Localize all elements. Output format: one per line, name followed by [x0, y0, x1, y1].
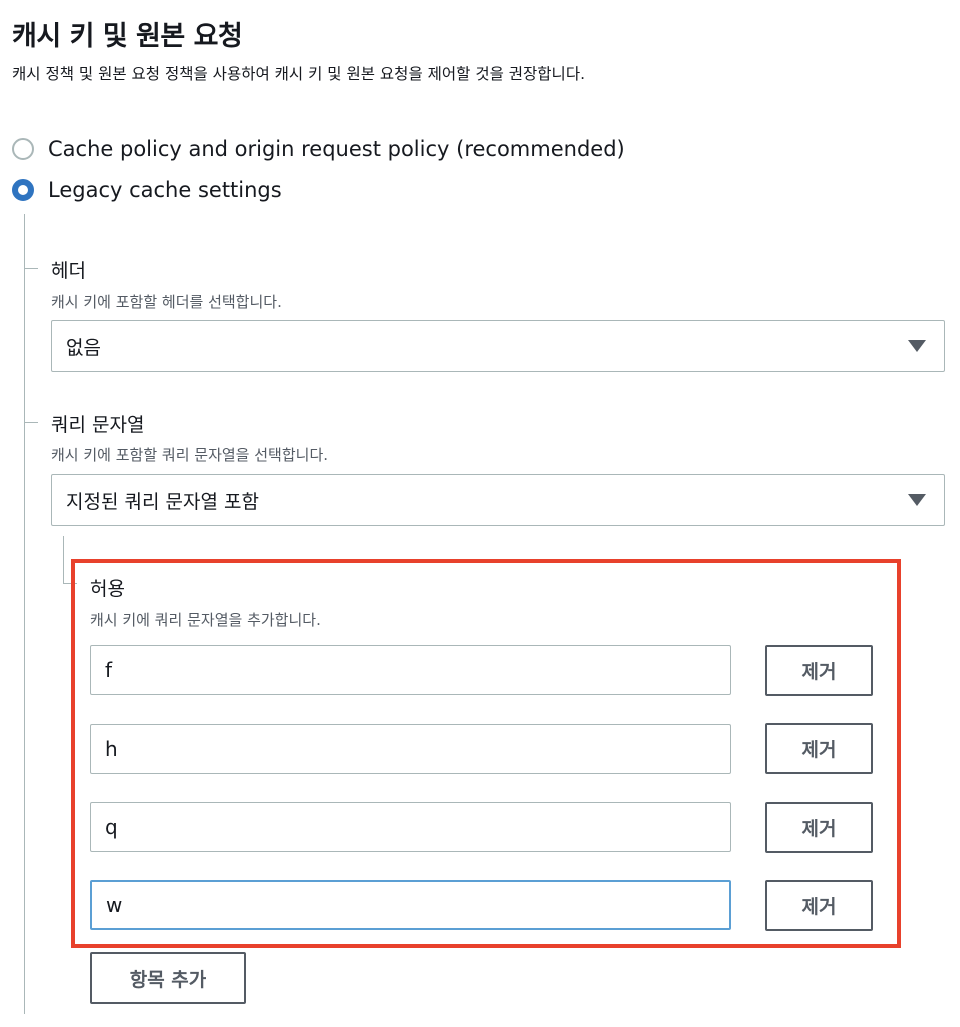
allow-label: 허용: [90, 578, 125, 600]
tree-branch: [24, 422, 38, 423]
query-string-input-4[interactable]: w: [90, 880, 731, 930]
caret-down-icon: [908, 340, 926, 352]
radio-button-unchecked[interactable]: [12, 138, 34, 160]
query-string-value: f: [105, 658, 113, 682]
headers-select[interactable]: 없음: [51, 320, 945, 372]
remove-button-1[interactable]: 제거: [765, 645, 873, 696]
remove-button-2[interactable]: 제거: [765, 723, 873, 774]
query-string-value: q: [105, 815, 118, 839]
remove-button-4[interactable]: 제거: [765, 880, 873, 931]
query-string-value: w: [106, 893, 123, 917]
query-string-input-3[interactable]: q: [90, 802, 731, 852]
tree-line-nested: [63, 536, 64, 584]
query-string-input-2[interactable]: h: [90, 724, 731, 774]
allow-description: 캐시 키에 쿼리 문자열을 추가합니다.: [90, 611, 321, 629]
radio-label-legacy-cache: Legacy cache settings: [48, 178, 282, 202]
query-string-value: h: [105, 737, 118, 761]
radio-cache-policy[interactable]: Cache policy and origin request policy (…: [12, 137, 625, 161]
remove-button-3[interactable]: 제거: [765, 802, 873, 853]
headers-description: 캐시 키에 포함할 헤더를 선택합니다.: [51, 293, 282, 311]
query-strings-label: 쿼리 문자열: [51, 414, 145, 436]
query-strings-description: 캐시 키에 포함할 쿼리 문자열을 선택합니다.: [51, 446, 329, 464]
radio-button-checked[interactable]: [12, 179, 34, 201]
headers-selected-value: 없음: [66, 336, 101, 359]
query-strings-select[interactable]: 지정된 쿼리 문자열 포함: [51, 474, 945, 526]
query-strings-selected-value: 지정된 쿼리 문자열 포함: [66, 490, 259, 513]
headers-label: 헤더: [51, 260, 86, 282]
tree-line: [24, 214, 25, 1014]
caret-down-icon: [908, 494, 926, 506]
radio-label-cache-policy: Cache policy and origin request policy (…: [48, 137, 625, 161]
page-description: 캐시 정책 및 원본 요청 정책을 사용하여 캐시 키 및 원본 요청을 제어할…: [12, 65, 586, 83]
add-item-button[interactable]: 항목 추가: [90, 952, 246, 1004]
query-string-input-1[interactable]: f: [90, 645, 731, 695]
radio-legacy-cache[interactable]: Legacy cache settings: [12, 178, 282, 202]
page-title: 캐시 키 및 원본 요청: [12, 21, 243, 52]
tree-branch: [24, 268, 38, 269]
